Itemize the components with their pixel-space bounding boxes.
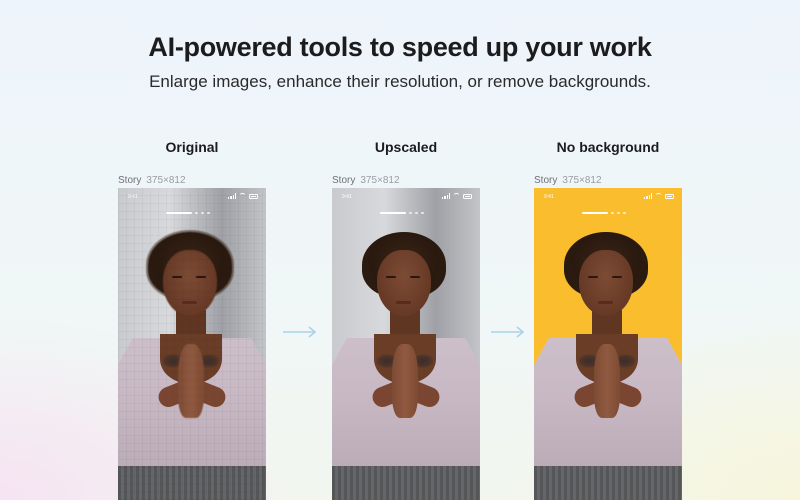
upscaled-story-preview[interactable]: 9:41 (332, 188, 480, 500)
person-face (579, 250, 633, 316)
battery-icon (249, 194, 258, 199)
story-size-text: 375×812 (146, 175, 186, 186)
person-eye-left (172, 276, 182, 278)
battery-icon (463, 194, 472, 199)
story-label-text: Story (534, 175, 558, 186)
arrow-right-icon (283, 326, 317, 338)
person-hands (392, 344, 418, 418)
status-time: 9:41 (544, 194, 554, 200)
page-subtitle: Enlarge images, enhance their resolution… (149, 72, 651, 91)
wifi-icon (239, 193, 246, 199)
story-format-label: Story 375×812 (118, 175, 186, 186)
person-face (377, 250, 431, 316)
story-format-label: Story 375×812 (332, 175, 400, 186)
status-time: 9:41 (342, 194, 352, 200)
person-eye-right (612, 276, 622, 278)
status-icons (644, 193, 674, 199)
person-eye-left (588, 276, 598, 278)
story-progress-indicator (582, 212, 626, 214)
signal-icon (644, 193, 652, 199)
column-title-no-background: No background (556, 139, 660, 155)
story-progress-indicator (166, 212, 210, 214)
story-label-text: Story (118, 175, 142, 186)
person-face (163, 250, 217, 316)
wifi-icon (655, 193, 662, 199)
column-title-original: Original (165, 139, 219, 155)
person-eye-right (410, 276, 420, 278)
person-hands (594, 344, 620, 418)
story-size-text: 375×812 (562, 175, 602, 186)
story-size-text: 375×812 (360, 175, 400, 186)
story-format-label: Story 375×812 (534, 175, 602, 186)
person-pants (118, 466, 266, 500)
original-story-preview[interactable]: 9:41 (118, 188, 266, 500)
status-icons (442, 193, 472, 199)
person-pants (534, 466, 682, 500)
person-pants (332, 466, 480, 500)
person-mouth (182, 301, 197, 304)
story-progress-indicator (380, 212, 424, 214)
signal-icon (228, 193, 236, 199)
wifi-icon (453, 193, 460, 199)
no-background-story-preview[interactable]: 9:41 (534, 188, 682, 500)
story-label-text: Story (332, 175, 356, 186)
person-eye-right (196, 276, 206, 278)
signal-icon (442, 193, 450, 199)
battery-icon (665, 194, 674, 199)
person-mouth (598, 301, 613, 304)
person-hands (178, 344, 204, 418)
column-title-upscaled: Upscaled (374, 139, 438, 155)
arrow-right-icon (491, 326, 525, 338)
person-mouth (396, 301, 411, 304)
person-eye-left (386, 276, 396, 278)
page-title: AI-powered tools to speed up your work (148, 32, 652, 62)
status-time: 9:41 (128, 194, 138, 200)
status-icons (228, 193, 258, 199)
